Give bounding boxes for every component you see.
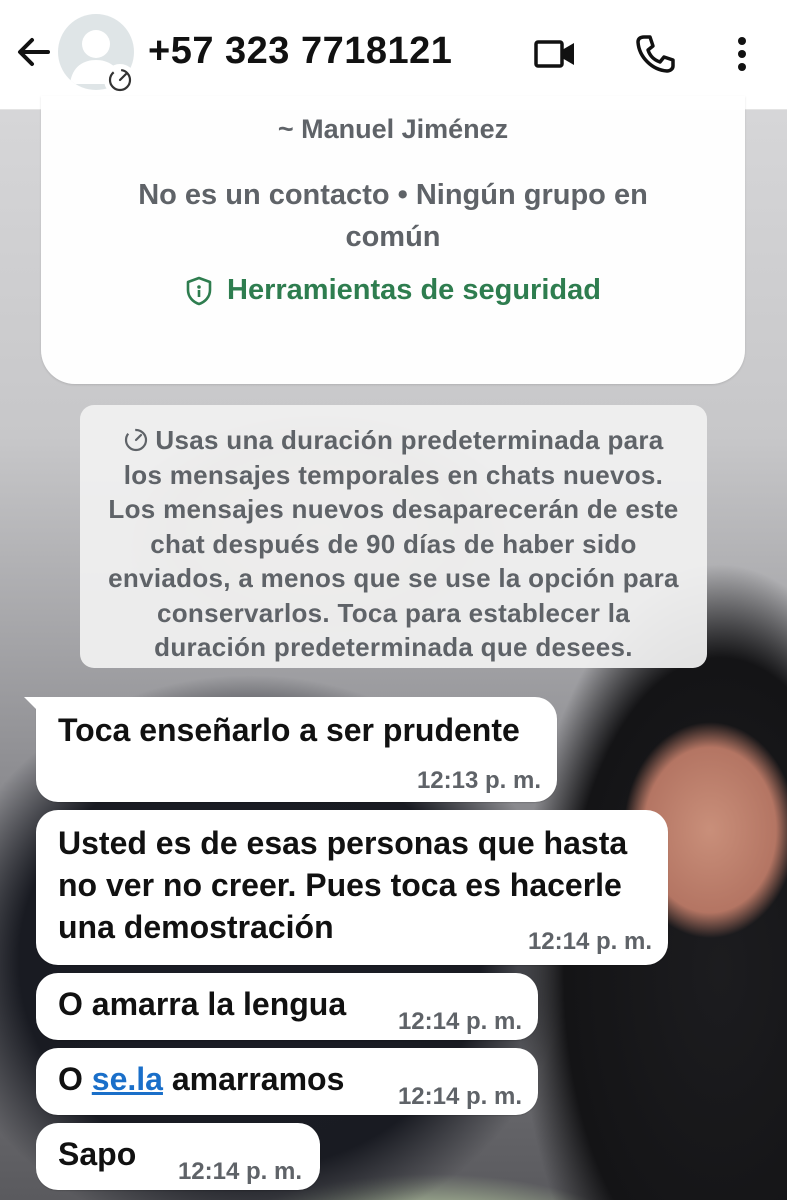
disappearing-messages-notice[interactable]: Usas una duración predeterminada para lo…	[80, 405, 707, 668]
message-text: O se.la amarramos	[58, 1058, 344, 1100]
message-time: 12:14 p. m.	[177, 1158, 302, 1185]
contact-status: No es un contacto • Ningún grupo en comú…	[138, 179, 648, 253]
video-camera-icon[interactable]	[530, 30, 578, 78]
disappearing-timer-icon	[104, 64, 136, 96]
bubble-tail	[24, 697, 46, 719]
phone-icon[interactable]	[630, 30, 678, 78]
message-time: 12:14 p. m.	[527, 928, 652, 955]
shield-icon	[186, 276, 212, 305]
message-bubble[interactable]: O amarra la lengua 12:14 p. m.	[36, 973, 538, 1040]
message-bubble[interactable]: Usted es de esas personas que hasta no v…	[36, 810, 668, 965]
message-time: 12:14 p. m.	[397, 1083, 522, 1110]
message-text: Toca enseñarlo a ser prudente	[58, 712, 520, 748]
message-link[interactable]: se.la	[92, 1061, 163, 1097]
safety-tools-button[interactable]: Herramientas de seguridad	[41, 274, 745, 307]
chat-header: +57 323 7718121	[0, 0, 787, 110]
message-bubble[interactable]: Sapo 12:14 p. m.	[36, 1123, 320, 1190]
disappearing-messages-text: Usas una duración predeterminada para lo…	[108, 425, 679, 662]
message-time: 12:13 p. m.	[416, 767, 541, 794]
message-text: Sapo	[58, 1136, 137, 1172]
safety-tools-label: Herramientas de seguridad	[227, 274, 601, 306]
message-text-prefix: O	[58, 1061, 92, 1097]
contact-info-card: ~ Manuel Jiménez No es un contacto • Nin…	[41, 96, 745, 384]
contact-phone-number[interactable]: +57 323 7718121	[148, 30, 452, 73]
message-text-suffix: amarramos	[162, 1061, 345, 1097]
contact-display-name: ~ Manuel Jiménez	[277, 114, 509, 144]
message-bubble[interactable]: O se.la amarramos 12:14 p. m.	[36, 1048, 538, 1115]
more-vertical-icon[interactable]	[720, 30, 768, 78]
message-bubble[interactable]: Toca enseñarlo a ser prudente 12:13 p. m…	[24, 697, 557, 802]
message-text: O amarra la lengua	[58, 986, 347, 1022]
disappearing-timer-icon	[125, 428, 148, 452]
arrow-left-icon[interactable]	[14, 32, 54, 72]
message-time: 12:14 p. m.	[397, 1008, 522, 1035]
